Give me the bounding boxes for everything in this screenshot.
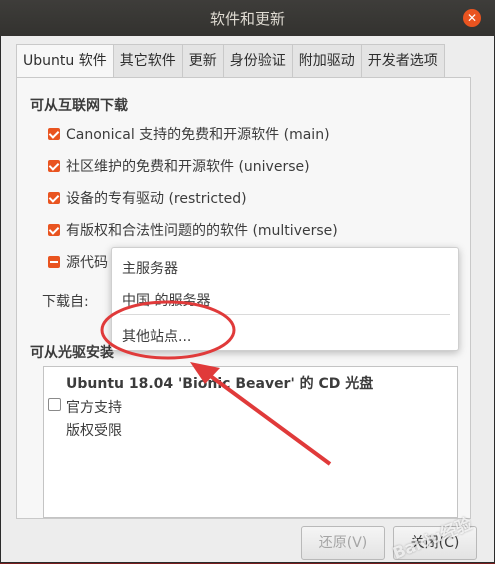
- repo-multiverse-row[interactable]: 有版权和合法性问题的的软件 (multiverse): [48, 220, 338, 240]
- close-icon[interactable]: ✕: [463, 9, 481, 27]
- tab-authentication[interactable]: 身份验证: [223, 44, 293, 78]
- repo-restricted-row[interactable]: 设备的专有驱动 (restricted): [48, 188, 247, 208]
- repo-main-label: Canonical 支持的免费和开源软件 (main): [66, 127, 330, 143]
- repo-multiverse-label: 有版权和合法性问题的的软件 (multiverse): [66, 223, 338, 239]
- tab-additional-drivers[interactable]: 附加驱动: [292, 44, 362, 78]
- repo-main-row[interactable]: Canonical 支持的免费和开源软件 (main): [48, 124, 330, 144]
- software-updates-window: 软件和更新 ✕ Ubuntu 软件 其它软件 更新 身份验证 附加驱动 开发者选…: [0, 0, 495, 563]
- titlebar: 软件和更新 ✕: [0, 0, 495, 36]
- repo-restricted-label: 设备的专有驱动 (restricted): [66, 191, 247, 207]
- checkbox-universe[interactable]: [48, 160, 60, 172]
- tab-updates[interactable]: 更新: [182, 44, 224, 78]
- checkbox-restricted[interactable]: [48, 192, 60, 204]
- download-server-menu: 主服务器 中国 的服务器 其他站点...: [111, 247, 459, 351]
- cdrom-entry-title: Ubuntu 18.04 'Bionic Beaver' 的 CD 光盘: [66, 376, 374, 392]
- cdrom-entry-line-official: 官方支持: [66, 400, 122, 416]
- checkbox-source-code[interactable]: [48, 256, 60, 268]
- cdrom-entry-line-restricted: 版权受限: [66, 423, 122, 439]
- tab-bar: Ubuntu 软件 其它软件 更新 身份验证 附加驱动 开发者选项: [16, 44, 445, 79]
- checkbox-main[interactable]: [48, 128, 60, 140]
- checkbox-multiverse[interactable]: [48, 224, 60, 236]
- menu-item-main-server[interactable]: 主服务器: [122, 258, 178, 278]
- download-from-label: 下载自:: [42, 294, 89, 310]
- source-code-label: 源代码: [66, 255, 108, 271]
- revert-button[interactable]: 还原(V): [301, 526, 385, 560]
- repo-universe-row[interactable]: 社区维护的免费和开源软件 (universe): [48, 156, 310, 176]
- window-title: 软件和更新: [209, 10, 285, 28]
- source-code-row[interactable]: 源代码: [48, 252, 108, 272]
- menu-separator: [120, 314, 450, 315]
- tab-developer-options[interactable]: 开发者选项: [361, 44, 445, 78]
- checkbox-cdrom[interactable]: [48, 398, 61, 411]
- tab-ubuntu-software[interactable]: Ubuntu 软件: [16, 44, 114, 79]
- downloadable-section-title: 可从互联网下载: [30, 98, 128, 114]
- menu-item-other-site[interactable]: 其他站点...: [122, 326, 191, 346]
- menu-item-china-server[interactable]: 中国 的服务器: [122, 290, 210, 310]
- tab-other-software[interactable]: 其它软件: [113, 44, 183, 78]
- repo-universe-label: 社区维护的免费和开源软件 (universe): [66, 159, 310, 175]
- cdrom-section-title: 可从光驱安装: [30, 345, 114, 361]
